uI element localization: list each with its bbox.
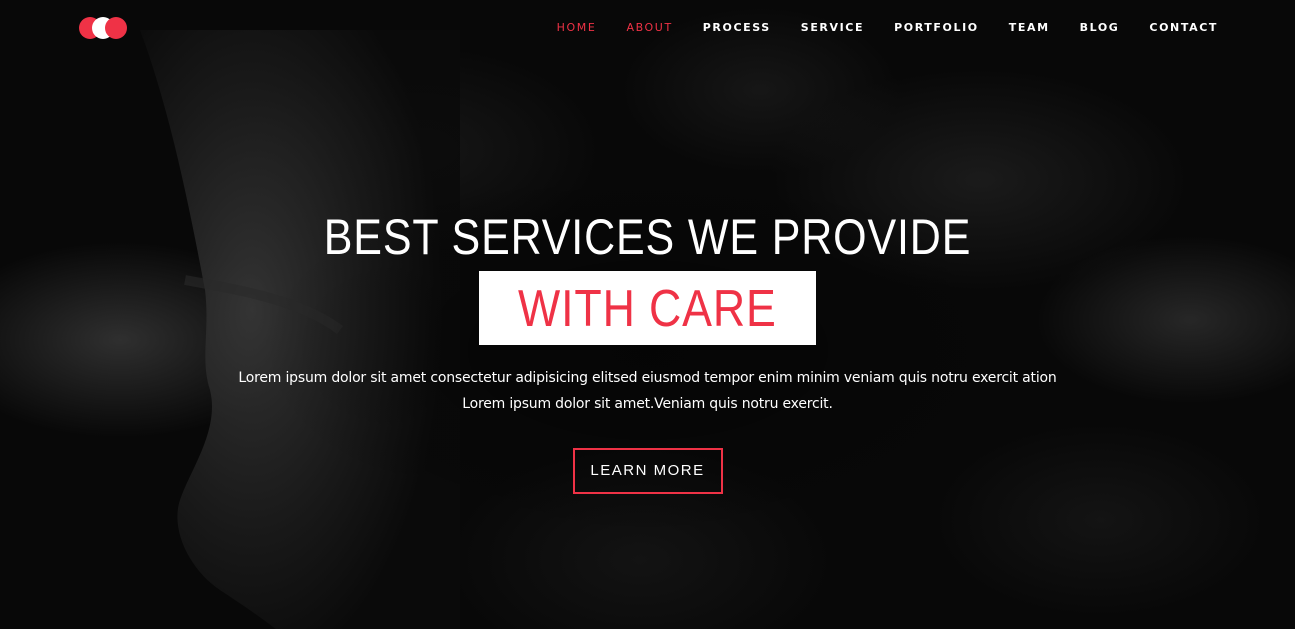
nav-item-team[interactable]: TEAM bbox=[1009, 20, 1050, 36]
nav-item-home[interactable]: HOME bbox=[557, 20, 597, 36]
logo-circle-red-right bbox=[105, 17, 127, 39]
hero-headline: BEST SERVICES WE PROVIDE bbox=[323, 209, 972, 265]
main-nav: HOME ABOUT PROCESS SERVICE PORTFOLIO TEA… bbox=[527, 20, 1218, 36]
learn-more-button[interactable]: LEARN MORE bbox=[572, 448, 723, 494]
site-logo[interactable] bbox=[79, 17, 129, 39]
hero-highlight-box: WITH CARE bbox=[479, 271, 816, 345]
hero-description: Lorem ipsum dolor sit amet consectetur a… bbox=[218, 365, 1078, 417]
hero-description-line-2: Lorem ipsum dolor sit amet.Veniam quis n… bbox=[462, 396, 833, 412]
nav-item-process[interactable]: PROCESS bbox=[703, 20, 771, 36]
hero-highlight-text: WITH CARE bbox=[518, 280, 777, 338]
hero-description-line-1: Lorem ipsum dolor sit amet consectetur a… bbox=[238, 370, 1057, 386]
nav-item-contact[interactable]: CONTACT bbox=[1149, 20, 1218, 36]
nav-item-about[interactable]: ABOUT bbox=[626, 20, 672, 36]
nav-item-blog[interactable]: BLOG bbox=[1080, 20, 1120, 36]
nav-item-service[interactable]: SERVICE bbox=[801, 20, 864, 36]
nav-item-portfolio[interactable]: PORTFOLIO bbox=[894, 20, 979, 36]
hero-content: BEST SERVICES WE PROVIDE WITH CARE Lorem… bbox=[0, 205, 1295, 494]
hero-section: HOME ABOUT PROCESS SERVICE PORTFOLIO TEA… bbox=[0, 0, 1295, 629]
